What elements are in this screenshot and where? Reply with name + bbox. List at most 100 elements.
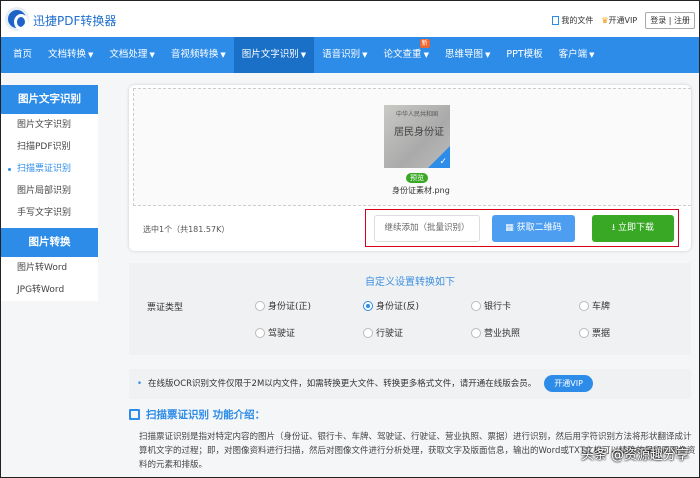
radio-circle (363, 327, 373, 338)
caret-down-icon: ▼ (423, 51, 429, 59)
file-thumbnail[interactable]: 中华人民共和国 居民身份证 ✓ (384, 105, 450, 168)
radio-circle (579, 327, 589, 338)
caret-down-icon: ▼ (220, 51, 226, 59)
nav-label: 客户端 (558, 49, 588, 60)
thumb-text: 中华人民共和国 (396, 111, 439, 118)
upload-card: 中华人民共和国 居民身份证 ✓ 预览 身份证素材.png 选中1个（共181.5… (129, 85, 691, 251)
qr-code-button[interactable]: ▦ 获取二维码 (492, 215, 575, 242)
radio-circle (255, 327, 265, 338)
notice-bar: • 在线版OCR识别文件仅限于2M以内文件，如需转换更大文件、转换更多格式文件，请… (129, 369, 691, 399)
nav-label: 文档处理 (109, 49, 148, 60)
vip-link[interactable]: ♛开通VIP (601, 15, 637, 26)
nav-label: 音视频转换 (170, 49, 219, 60)
document-icon (129, 409, 140, 420)
open-vip-button[interactable]: 开通VIP (544, 375, 593, 392)
nav-item[interactable]: PPT模板 (498, 37, 550, 73)
new-badge: 新 (419, 39, 430, 48)
caret-down-icon: ▼ (484, 51, 491, 59)
nav-item[interactable]: 客户端 ▼ (551, 37, 603, 73)
settings-title: 自定义设置转换如下 (365, 277, 455, 288)
ticket-type-radio[interactable]: 票据 (579, 326, 610, 339)
radio-circle (471, 327, 481, 338)
nav-label: 论文查重 (383, 49, 422, 60)
nav-label: 文档转换 (48, 49, 87, 60)
sidebar-item[interactable]: 扫描票证识别 (1, 158, 98, 180)
add-more-button[interactable]: 继续添加（批量识别） (374, 215, 480, 242)
my-files-label: 我的文件 (561, 16, 594, 25)
file-icon (552, 16, 560, 25)
ticket-type-radio[interactable]: 身份证(反) (363, 299, 419, 312)
nav-item[interactable]: 图片文字识别 ▼ (233, 37, 315, 73)
check-icon: ✓ (439, 157, 447, 167)
file-name: 身份证素材.png (392, 186, 450, 195)
sidebar-item[interactable]: 手写文字识别 (1, 202, 98, 224)
vip-label: 开通VIP (608, 16, 638, 25)
register-link[interactable]: 注册 (674, 16, 690, 25)
preview-badge[interactable]: 预览 (406, 173, 428, 183)
radio-circle (363, 300, 373, 311)
qr-label: 获取二维码 (516, 223, 562, 233)
notice-text: 在线版OCR识别文件仅限于2M以内文件，如需转换更大文件、转换更多格式文件，请开… (148, 379, 537, 389)
bullet-icon: • (137, 379, 143, 389)
nav-label: 语音识别 (322, 49, 361, 60)
qr-icon: ▦ (505, 223, 517, 233)
radio-label: 身份证(正) (268, 302, 312, 312)
radio-label: 营业执照 (484, 329, 521, 339)
nav-item[interactable]: 论文查重 ▼ 新 (376, 37, 437, 73)
radio-circle (255, 300, 265, 311)
separator: | (668, 16, 672, 25)
my-files-link[interactable]: 我的文件 (552, 15, 593, 26)
caret-down-icon: ▼ (589, 51, 595, 59)
crown-icon: ♛ (601, 16, 609, 25)
caret-down-icon: ▼ (149, 51, 155, 59)
nav-item[interactable]: 文档处理 ▼ (101, 37, 162, 73)
caret-down-icon: ▼ (362, 51, 368, 59)
ticket-type-radio[interactable]: 银行卡 (471, 299, 511, 312)
sidebar-item[interactable]: 扫描PDF识别 (1, 136, 98, 158)
ticket-type-radio[interactable]: 行驶证 (363, 326, 403, 339)
sidebar-item[interactable]: 图片局部识别 (1, 180, 98, 202)
nav-label: 图片文字识别 (241, 49, 299, 60)
ticket-type-radio[interactable]: 车牌 (579, 299, 610, 312)
nav-item[interactable]: 首页 (5, 37, 40, 73)
header: 迅捷PDF转换器 我的文件 ♛开通VIP 登录 | 注册 (1, 1, 699, 37)
download-button[interactable]: ⭳ 立即下载 (592, 215, 674, 242)
action-highlight: 继续添加（批量识别） ▦ 获取二维码 ⭳ 立即下载 (365, 209, 679, 247)
ticket-type-radio[interactable]: 营业执照 (471, 326, 520, 339)
radio-circle (471, 300, 481, 311)
radio-label: 驾驶证 (268, 329, 296, 339)
watermark: 头条 @资源趣分享 (580, 448, 689, 463)
sidebar-section-ocr: 图片文字识别 (1, 85, 98, 114)
nav-item[interactable]: 文档转换 ▼ (40, 37, 101, 73)
nav-item[interactable]: 思维导图 ▼ (437, 37, 498, 73)
thumb-text: 居民身份证 (394, 127, 444, 138)
drop-zone[interactable]: 中华人民共和国 居民身份证 ✓ 预览 身份证素材.png (133, 88, 691, 206)
radio-label: 行驶证 (376, 329, 404, 339)
brand-name[interactable]: 迅捷PDF转换器 (33, 12, 116, 29)
nav-item[interactable]: 音视频转换 ▼ (163, 37, 234, 73)
radio-label: 车牌 (592, 302, 611, 312)
radio-label: 票据 (592, 329, 611, 339)
nav-label: 首页 (13, 49, 33, 60)
sidebar-item[interactable]: 图片转Word (1, 257, 98, 279)
caret-down-icon: ▼ (88, 51, 94, 59)
radio-circle (579, 300, 589, 311)
ticket-type-radio[interactable]: 驾驶证 (255, 326, 295, 339)
selection-summary: 选中1个（共181.57K） (143, 225, 230, 234)
intro-title: 扫描票证识别 功能介绍： (146, 409, 266, 421)
sidebar-item[interactable]: 图片文字识别 (1, 114, 98, 136)
settings-panel: 自定义设置转换如下 票证类型 身份证(正) 身份证(反) 银行卡 车牌驾驶证 行驶证 营业… (129, 263, 691, 355)
sidebar-section-convert: 图片转换 (1, 228, 98, 257)
logo-icon (5, 7, 29, 31)
ticket-type-radio[interactable]: 身份证(正) (255, 299, 311, 312)
nav-label: 思维导图 (444, 49, 483, 60)
sidebar-item[interactable]: JPG转Word (1, 279, 98, 301)
nav-item[interactable]: 语音识别 ▼ (314, 37, 375, 73)
radio-label: 银行卡 (484, 302, 512, 312)
radio-label: 身份证(反) (376, 302, 420, 312)
sidebar: 图片文字识别 图片文字识别 扫描PDF识别 扫描票证识别 图片局部识别 手写文字识别 图… (1, 85, 98, 301)
caret-down-icon: ▼ (300, 51, 307, 59)
main-nav: 首页 文档转换 ▼ 文档处理 ▼ 音视频转换 ▼ 图片文字识别 ▼ 语音识别 ▼ 论文查重 ▼ 新思维导图… (1, 37, 699, 73)
login-link[interactable]: 登录 (650, 16, 666, 25)
ticket-type-label: 票证类型 (147, 303, 184, 313)
